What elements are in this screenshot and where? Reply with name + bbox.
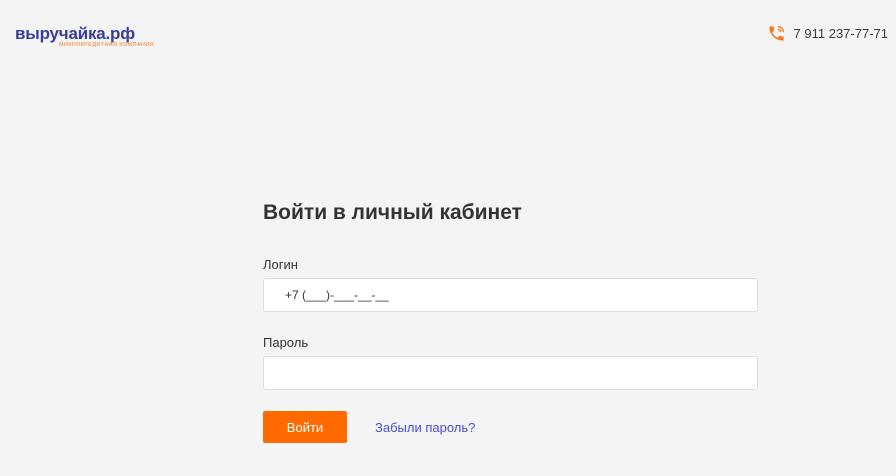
- logo-wordmark: выручайка.рф: [15, 24, 135, 43]
- site-logo[interactable]: выручайка.рф микрокредитная компания: [15, 20, 165, 52]
- phone-link[interactable]: 7 911 237-77-71: [767, 24, 888, 43]
- login-page: выручайка.рф микрокредитная компания 7 9…: [0, 0, 896, 476]
- login-form: Войти в личный кабинет Логин Пароль Войт…: [263, 199, 758, 443]
- logo-subtitle: микрокредитная компания: [59, 42, 155, 48]
- login-label: Логин: [263, 257, 298, 272]
- login-button[interactable]: Войти: [263, 411, 347, 443]
- form-title: Войти в личный кабинет: [263, 201, 522, 224]
- forgot-password-link[interactable]: Забыли пароль?: [375, 420, 475, 435]
- login-input[interactable]: [263, 278, 758, 312]
- phone-number: 7 911 237-77-71: [793, 26, 888, 41]
- password-input[interactable]: [263, 356, 758, 390]
- phone-icon: [767, 24, 786, 43]
- password-label: Пароль: [263, 335, 309, 350]
